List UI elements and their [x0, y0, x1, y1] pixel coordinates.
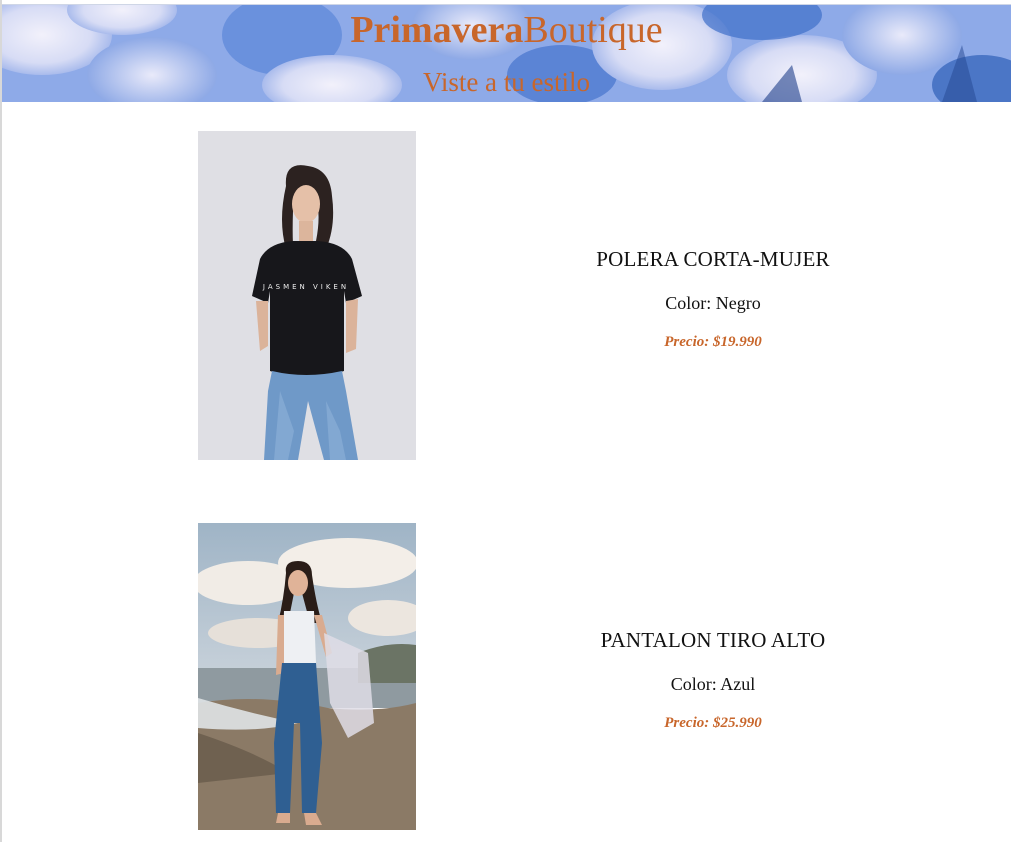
product-name[interactable]: PANTALON TIRO ALTO: [498, 627, 928, 653]
brand-name-regular: Boutique: [523, 9, 663, 51]
woman-black-tshirt-image: JASMEN VIKEN: [198, 131, 416, 460]
brand-title[interactable]: PrimaveraBoutique: [2, 8, 1011, 52]
woman-jeans-beach-image: [198, 523, 416, 830]
brand-name-bold: Primavera: [350, 9, 524, 51]
product-photo[interactable]: JASMEN VIKEN: [198, 131, 416, 460]
product-name[interactable]: POLERA CORTA-MUJER: [498, 246, 928, 272]
product-photo[interactable]: [198, 523, 416, 830]
product-card: PANTALON TIRO ALTO Color: Azul Precio: $…: [198, 523, 838, 833]
header-banner: PrimaveraBoutique Viste a tu estilo: [2, 4, 1011, 102]
product-price: Precio: $19.990: [664, 334, 762, 350]
page: PrimaveraBoutique Viste a tu estilo JASM…: [0, 0, 1011, 842]
brand-tagline: Viste a tu estilo: [422, 67, 591, 97]
tshirt-print-text: JASMEN VIKEN: [262, 283, 349, 291]
product-price: Precio: $25.990: [664, 715, 762, 731]
product-card: JASMEN VIKEN POLERA CORTA-MUJER Color: N…: [198, 131, 838, 461]
product-info: POLERA CORTA-MUJER Color: Negro Precio: …: [498, 246, 928, 352]
product-info: PANTALON TIRO ALTO Color: Azul Precio: $…: [498, 627, 928, 733]
product-color: Color: Azul: [670, 674, 756, 694]
product-color: Color: Negro: [665, 293, 761, 313]
